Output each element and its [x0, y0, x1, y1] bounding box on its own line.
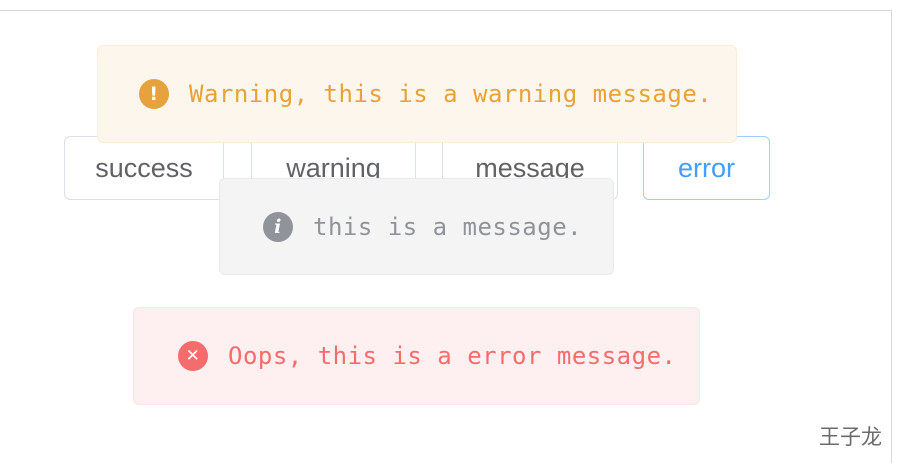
warning-circle-icon: !: [139, 79, 169, 109]
error-circle-icon: ✕: [178, 341, 208, 371]
error-message-text: Oops, this is a error message.: [228, 342, 677, 370]
app-window: success warning message error ! Warning,…: [0, 0, 898, 463]
scrollbar[interactable]: [891, 10, 898, 463]
warning-message-toast: ! Warning, this is a warning message.: [97, 45, 737, 143]
error-message-toast: ✕ Oops, this is a error message.: [133, 307, 700, 405]
success-button[interactable]: success: [64, 136, 224, 200]
info-circle-icon: i: [263, 211, 293, 242]
info-message-toast: i this is a message.: [219, 178, 614, 275]
error-button[interactable]: error: [643, 136, 770, 200]
top-border: [0, 0, 898, 11]
watermark: 王子龙: [819, 425, 882, 449]
warning-message-text: Warning, this is a warning message.: [189, 80, 713, 108]
info-message-text: this is a message.: [313, 212, 583, 241]
